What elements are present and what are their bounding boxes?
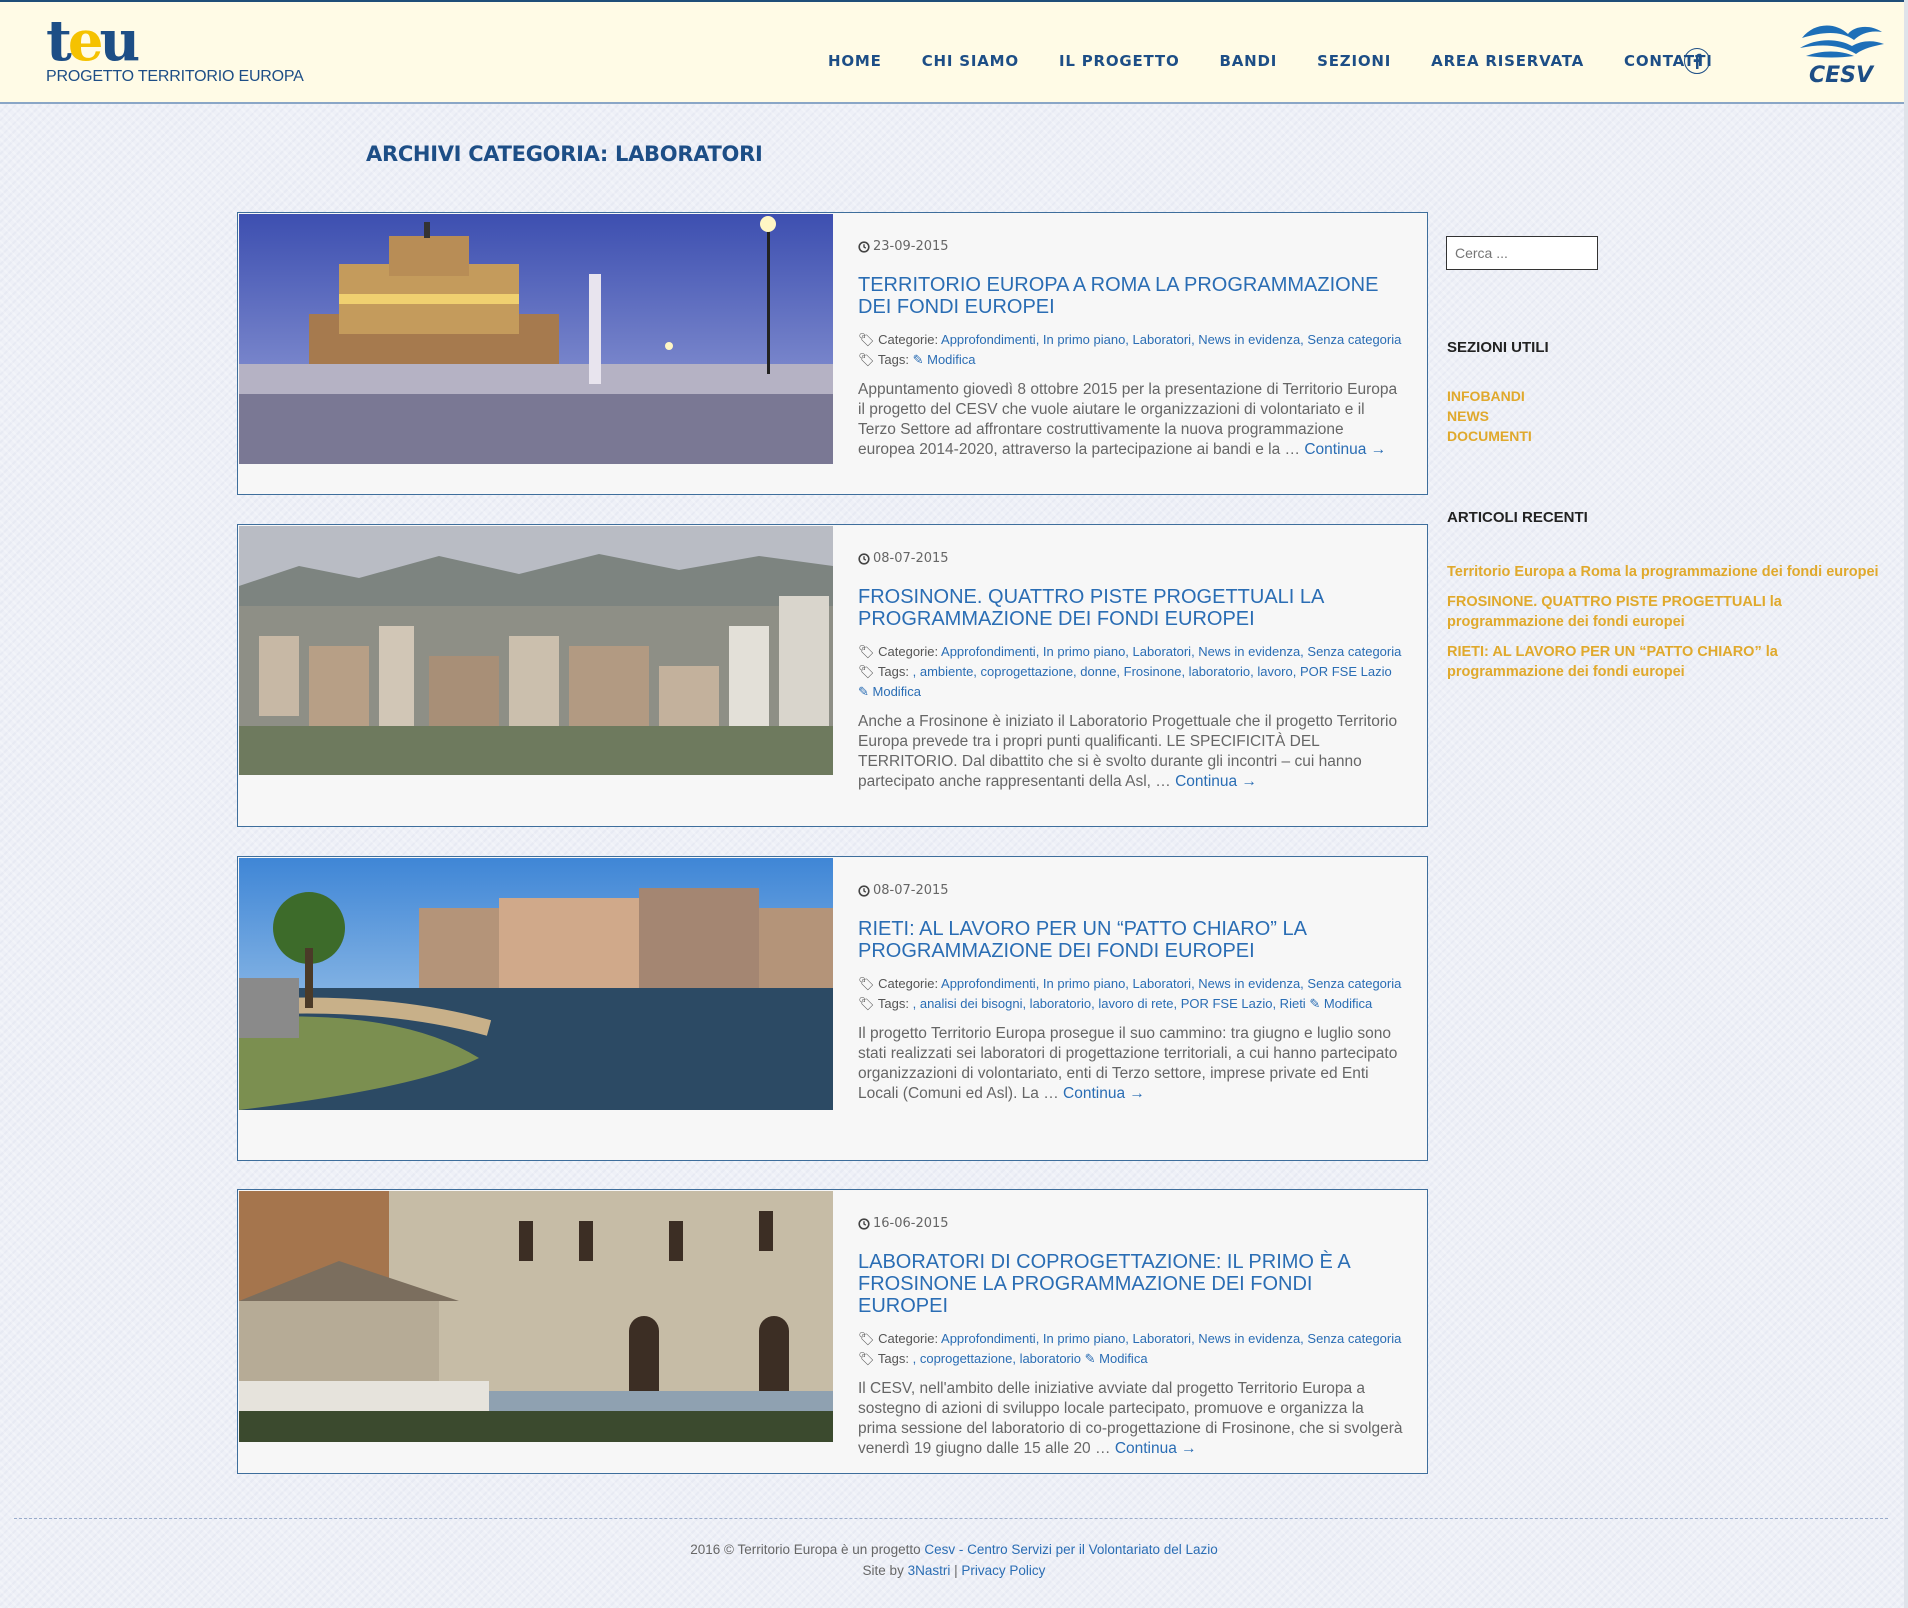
nav-il-progetto[interactable]: IL PROGETTO <box>1059 52 1180 70</box>
post-categories[interactable]: Approfondimenti, In primo piano, Laborat… <box>941 644 1401 659</box>
tag-icon: 🏷 <box>858 332 875 347</box>
post-date: 23-09-2015 <box>858 239 1404 254</box>
nav-chi-siamo[interactable]: CHI SIAMO <box>922 52 1019 70</box>
sidebar-link-infobandi[interactable]: INFOBANDI <box>1447 386 1532 406</box>
post-title-link[interactable]: LABORATORI DI COPROGETTAZIONE: IL PRIMO … <box>858 1251 1404 1317</box>
post-categories[interactable]: Approfondimenti, In primo piano, Laborat… <box>941 976 1401 991</box>
recent-posts-list: Territorio Europa a Roma la programmazio… <box>1447 562 1892 692</box>
footer-3nastri-link[interactable]: 3Nastri <box>908 1563 951 1578</box>
nav-home[interactable]: HOME <box>828 52 882 70</box>
post-categories[interactable]: Approfondimenti, In primo piano, Laborat… <box>941 1331 1401 1346</box>
logo-wordmark: teu <box>46 8 140 74</box>
read-more-link[interactable]: Continua → <box>1304 441 1386 458</box>
post-tags[interactable]: , coprogettazione, laboratorio <box>913 1351 1081 1366</box>
nav-bandi[interactable]: BANDI <box>1220 52 1278 70</box>
tag-icon: 🏷 <box>858 976 875 991</box>
edit-link[interactable]: ✎ Modifica <box>913 352 976 367</box>
post-date: 08-07-2015 <box>858 883 1404 898</box>
post-excerpt: Il CESV, nell'ambito delle iniziative av… <box>858 1380 1403 1457</box>
post-date: 08-07-2015 <box>858 551 1404 566</box>
footer-cesv-link[interactable]: Cesv - Centro Servizi per il Volontariat… <box>924 1542 1217 1557</box>
clock-icon <box>858 552 870 565</box>
clock-icon <box>858 884 870 897</box>
page-title: ARCHIVI CATEGORIA: LABORATORI <box>366 142 763 166</box>
post-title-link[interactable]: FROSINONE. QUATTRO PISTE PROGETTUALI LA … <box>858 586 1404 630</box>
tag-icon: 🏷 <box>858 1331 875 1346</box>
scrollbar[interactable] <box>1904 0 1908 1608</box>
post-date: 16-06-2015 <box>858 1216 1404 1231</box>
site-logo[interactable]: teu PROGETTO TERRITORIO EUROPA <box>46 8 304 86</box>
tag-icon: 🏷 <box>858 644 875 659</box>
edit-link[interactable]: ✎ Modifica <box>1085 1351 1148 1366</box>
post-thumbnail[interactable] <box>239 1191 833 1442</box>
cesv-logo[interactable]: CESV <box>1796 16 1886 86</box>
widget-title-sezioni-utili: SEZIONI UTILI <box>1447 339 1549 356</box>
footer-copyright: 2016 © Territorio Europa è un progetto C… <box>690 1542 1218 1557</box>
widget-title-articoli-recenti: ARTICOLI RECENTI <box>1447 509 1588 526</box>
post-body: 23-09-2015 TERRITORIO EUROPA A ROMA LA P… <box>858 239 1404 460</box>
tags-icon: 🏷 <box>858 996 875 1011</box>
site-footer: 2016 © Territorio Europa è un progetto C… <box>0 1539 1908 1581</box>
recent-post-link[interactable]: RIETI: AL LAVORO PER UN “PATTO CHIARO” l… <box>1447 642 1892 682</box>
footer-credits: Site by 3Nastri | Privacy Policy <box>862 1563 1046 1578</box>
nav-sezioni[interactable]: SEZIONI <box>1317 52 1391 70</box>
post-tags[interactable]: , ambiente, coprogettazione, donne, Fros… <box>913 664 1392 679</box>
post-body: 08-07-2015 FROSINONE. QUATTRO PISTE PROG… <box>858 551 1404 792</box>
read-more-link[interactable]: Continua → <box>1175 773 1257 790</box>
tags-icon: 🏷 <box>858 352 875 367</box>
post-card: 08-07-2015 FROSINONE. QUATTRO PISTE PROG… <box>237 524 1428 827</box>
post-meta: 🏷 Categorie: Approfondimenti, In primo p… <box>858 644 1402 699</box>
post-card: 23-09-2015 TERRITORIO EUROPA A ROMA LA P… <box>237 212 1428 495</box>
footer-divider <box>14 1518 1888 1519</box>
main-nav: HOME CHI SIAMO IL PROGETTO BANDI SEZIONI… <box>828 52 1753 70</box>
site-header: teu PROGETTO TERRITORIO EUROPA HOME CHI … <box>0 0 1904 104</box>
post-body: 16-06-2015 LABORATORI DI COPROGETTAZIONE… <box>858 1216 1404 1459</box>
logo-tagline: PROGETTO TERRITORIO EUROPA <box>46 68 304 85</box>
post-card: 08-07-2015 RIETI: AL LAVORO PER UN “PATT… <box>237 856 1428 1161</box>
post-title-link[interactable]: RIETI: AL LAVORO PER UN “PATTO CHIARO” L… <box>858 918 1404 962</box>
cesv-logo-text: CESV <box>1809 63 1875 86</box>
post-meta: 🏷 Categorie: Approfondimenti, In primo p… <box>858 1331 1402 1366</box>
post-title-link[interactable]: TERRITORIO EUROPA A ROMA LA PROGRAMMAZIO… <box>858 274 1404 318</box>
post-tags[interactable]: , analisi dei bisogni, laboratorio, lavo… <box>913 996 1306 1011</box>
tags-icon: 🏷 <box>858 1351 875 1366</box>
post-excerpt: Appuntamento giovedì 8 ottobre 2015 per … <box>858 381 1398 458</box>
useful-links-list: INFOBANDI NEWS DOCUMENTI <box>1447 386 1532 446</box>
facebook-icon[interactable] <box>1684 48 1710 74</box>
post-excerpt: Il progetto Territorio Europa prosegue i… <box>858 1025 1398 1102</box>
post-card: 16-06-2015 LABORATORI DI COPROGETTAZIONE… <box>237 1189 1428 1474</box>
edit-link[interactable]: ✎ Modifica <box>1309 996 1372 1011</box>
edit-link[interactable]: ✎ Modifica <box>858 684 921 699</box>
post-meta: 🏷 Categorie: Approfondimenti, In primo p… <box>858 332 1402 367</box>
post-thumbnail[interactable] <box>239 214 833 464</box>
read-more-link[interactable]: Continua → <box>1115 1440 1197 1457</box>
sidebar-link-news[interactable]: NEWS <box>1447 406 1532 426</box>
sidebar-link-documenti[interactable]: DOCUMENTI <box>1447 426 1532 446</box>
clock-icon <box>858 1217 870 1230</box>
recent-post-link[interactable]: FROSINONE. QUATTRO PISTE PROGETTUALI la … <box>1447 592 1892 632</box>
post-categories[interactable]: Approfondimenti, In primo piano, Laborat… <box>941 332 1401 347</box>
clock-icon <box>858 240 870 253</box>
recent-post-link[interactable]: Territorio Europa a Roma la programmazio… <box>1447 562 1892 582</box>
tags-icon: 🏷 <box>858 664 875 679</box>
nav-area-riservata[interactable]: AREA RISERVATA <box>1431 52 1584 70</box>
post-excerpt: Anche a Frosinone è iniziato il Laborato… <box>858 713 1398 790</box>
post-thumbnail[interactable] <box>239 858 833 1110</box>
post-meta: 🏷 Categorie: Approfondimenti, In primo p… <box>858 976 1402 1011</box>
footer-privacy-link[interactable]: Privacy Policy <box>961 1563 1045 1578</box>
post-thumbnail[interactable] <box>239 526 833 775</box>
read-more-link[interactable]: Continua → <box>1063 1085 1145 1102</box>
search-input[interactable] <box>1446 236 1598 270</box>
post-body: 08-07-2015 RIETI: AL LAVORO PER UN “PATT… <box>858 883 1404 1104</box>
